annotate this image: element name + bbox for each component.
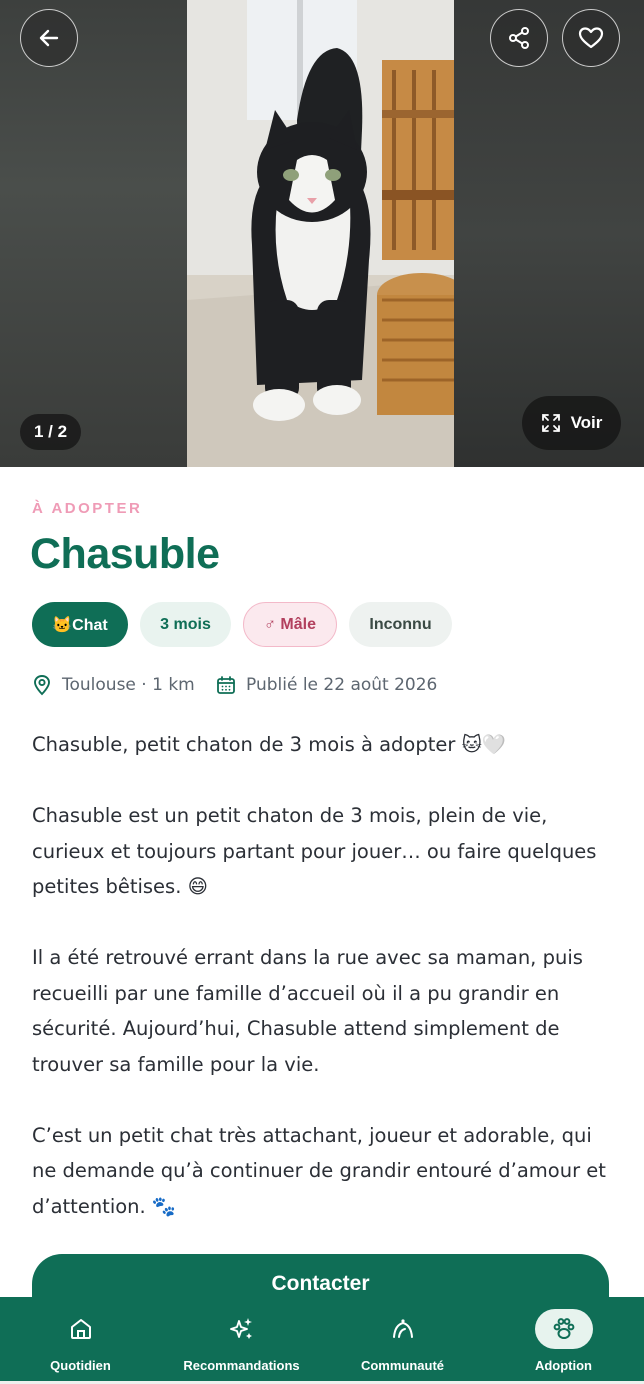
nav-label: Communauté: [360, 1358, 445, 1373]
photo-counter: 1 / 2: [20, 414, 82, 450]
home-icon: [70, 1319, 91, 1339]
heart-icon: [578, 27, 604, 49]
nav-label: Quotidien: [50, 1358, 111, 1373]
listing-status: À ADOPTER: [32, 500, 143, 517]
location-text: Toulouse · 1 km: [62, 675, 195, 695]
arrow-left-icon: [39, 29, 59, 47]
expand-icon: [541, 414, 560, 432]
age-chip: 3 mois: [140, 602, 231, 647]
sex-chip: ♂ Mâle: [243, 602, 337, 647]
kitten-image: [187, 0, 454, 467]
nav-label: Adoption: [534, 1358, 593, 1373]
species-chip: 🐱Chat: [32, 602, 128, 647]
unknown-chip: Inconnu: [349, 602, 452, 647]
publish-date: Publié le 22 août 2026: [216, 672, 437, 698]
favorite-button[interactable]: [562, 9, 620, 67]
sparkles-icon: [229, 1318, 252, 1339]
nav-item-communaute[interactable]: Communauté: [322, 1297, 483, 1381]
share-button[interactable]: [490, 9, 548, 67]
pet-photo[interactable]: [187, 0, 454, 467]
back-button[interactable]: [20, 9, 78, 67]
description: Chasuble, petit chaton de 3 mois à adopt…: [32, 727, 622, 1224]
location: Toulouse · 1 km: [32, 672, 195, 698]
description-paragraph: Chasuble, petit chaton de 3 mois à adopt…: [32, 733, 507, 756]
calendar-icon: [217, 676, 235, 694]
paw-icon: [553, 1318, 574, 1339]
photo-gallery[interactable]: 1 / 2 Voir: [0, 0, 644, 467]
pet-name: Chasuble: [30, 530, 220, 578]
blurred-backdrop-left: [0, 0, 187, 467]
description-paragraph: C’est un petit chat très attachant, joue…: [32, 1123, 606, 1218]
community-icon: [392, 1319, 413, 1338]
nav-item-adoption[interactable]: Adoption: [483, 1297, 644, 1381]
description-paragraph: Chasuble est un petit chaton de 3 mois, …: [32, 804, 597, 898]
location-pin-icon: [34, 675, 50, 696]
description-paragraph: Il a été retrouvé errant dans la rue ave…: [32, 946, 583, 1076]
nav-label: Recommandations: [183, 1358, 300, 1373]
publish-date-text: Publié le 22 août 2026: [246, 675, 438, 695]
nav-item-quotidien[interactable]: Quotidien: [0, 1297, 161, 1381]
view-label: Voir: [570, 413, 603, 432]
share-icon: [509, 27, 529, 49]
view-fullscreen-button[interactable]: Voir: [522, 396, 621, 450]
bottom-navigation: Quotidien Recommandations Communauté Ado…: [0, 1297, 644, 1381]
nav-item-recommandations[interactable]: Recommandations: [161, 1297, 322, 1381]
